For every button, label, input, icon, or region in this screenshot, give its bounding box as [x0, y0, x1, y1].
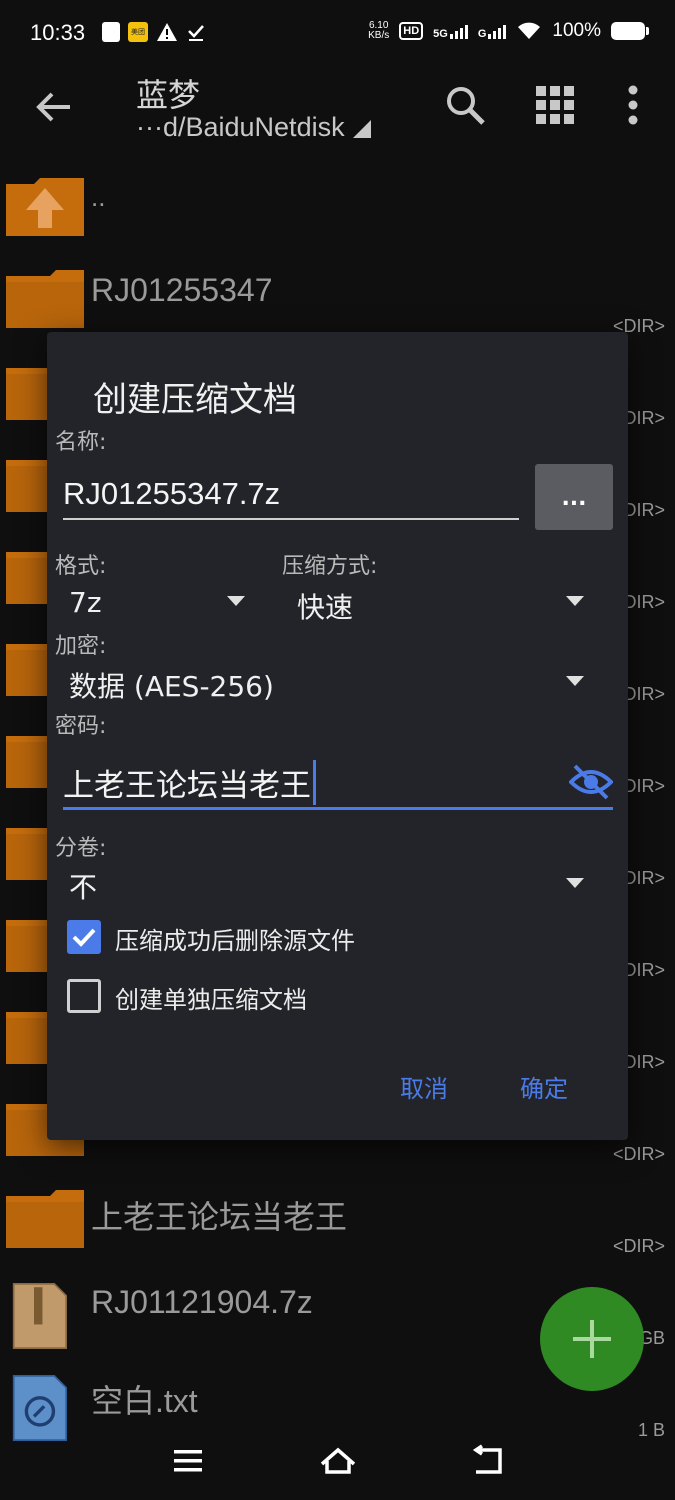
delete-source-checkbox[interactable] — [67, 920, 101, 954]
folder-icon — [6, 1190, 84, 1248]
file-list-item[interactable]: 上老王论坛当老王 <DIR> — [0, 1178, 675, 1270]
file-name: 上老王论坛当老王 — [91, 1199, 348, 1235]
file-list-item[interactable]: .. — [0, 166, 675, 258]
app-title: 蓝梦 — [136, 76, 201, 114]
more-vert-icon[interactable] — [610, 82, 656, 128]
delete-source-checkbox-row[interactable]: 压缩成功后删除源文件 — [67, 917, 587, 957]
current-path[interactable]: ···d/BaiduNetdisk — [136, 112, 371, 143]
format-select[interactable]: 7z — [47, 580, 257, 624]
check-icon — [188, 25, 204, 41]
checkmark-icon — [72, 928, 96, 947]
clipboard-icon — [102, 22, 120, 42]
dialog-title: 创建压缩文档 — [93, 380, 297, 420]
separate-archive-checkbox-row[interactable]: 创建单独压缩文档 — [67, 976, 587, 1016]
visibility-off-icon[interactable] — [569, 762, 613, 802]
create-archive-dialog: 创建压缩文档 名称: RJ01255347.7z ... 格式: 压缩方式: 7… — [47, 332, 628, 1140]
format-label: 格式: — [55, 554, 107, 579]
browse-button[interactable]: ... — [535, 464, 613, 530]
password-input[interactable]: 上老王论坛当老王 — [63, 752, 613, 810]
notification-icons: 美团 — [102, 22, 206, 42]
folder-icon — [6, 270, 84, 328]
system-status: 6.10 KB/s HD 5G G 100% — [368, 20, 649, 42]
system-nav-bar — [0, 1430, 675, 1500]
file-name: 空白.txt — [91, 1383, 198, 1419]
ok-button[interactable]: 确定 — [520, 1069, 568, 1104]
wifi-icon — [518, 22, 541, 39]
password-label: 密码: — [55, 714, 107, 739]
battery-percent: 100% — [552, 20, 601, 41]
status-bar: 10:33 美团 6.10 KB/s HD 5G G 100% — [0, 0, 675, 70]
status-time: 10:33 — [30, 20, 86, 45]
signal-5g-icon: 5G — [433, 23, 468, 40]
home-icon[interactable] — [318, 1444, 358, 1478]
battery-icon — [611, 22, 649, 40]
method-select[interactable]: 快速 — [282, 580, 602, 624]
archive-name-input[interactable]: RJ01255347.7z — [63, 462, 519, 520]
meituan-badge-icon: 美团 — [128, 22, 148, 42]
net-speed: 6.10 KB/s — [368, 20, 390, 41]
file-name: RJ01121904.7z — [91, 1284, 313, 1320]
split-dropdown-icon — [566, 878, 584, 888]
file-name: .. — [91, 182, 106, 212]
back-arrow-icon[interactable] — [30, 84, 76, 130]
encryption-dropdown-icon — [566, 676, 584, 686]
add-fab-button[interactable] — [540, 1287, 644, 1391]
warning-icon — [157, 23, 177, 41]
file-meta: <DIR> — [612, 1144, 665, 1164]
method-dropdown-icon — [566, 596, 584, 606]
separate-archive-checkbox[interactable] — [67, 979, 101, 1013]
parent-folder-icon — [6, 178, 84, 236]
encryption-select[interactable]: 数据 (AES-256) — [47, 662, 602, 706]
path-dropdown-icon — [352, 120, 371, 138]
grid-view-icon[interactable] — [532, 82, 578, 128]
cancel-button[interactable]: 取消 — [400, 1069, 448, 1104]
hd-icon: HD — [399, 22, 424, 40]
archive-file-icon — [12, 1283, 67, 1349]
app-bar: 蓝梦 ···d/BaiduNetdisk — [0, 70, 675, 160]
method-label: 压缩方式: — [282, 554, 378, 579]
signal-g-icon: G — [478, 23, 507, 40]
back-nav-icon[interactable] — [468, 1444, 508, 1478]
search-icon[interactable] — [442, 82, 488, 128]
name-label: 名称: — [55, 430, 107, 455]
split-select[interactable]: 不 — [47, 862, 602, 906]
format-dropdown-icon — [227, 596, 245, 606]
file-name: RJ01255347 — [91, 272, 273, 308]
file-meta: <DIR> — [612, 1236, 665, 1256]
menu-icon[interactable] — [168, 1444, 208, 1478]
encryption-label: 加密: — [55, 634, 107, 659]
split-label: 分卷: — [55, 836, 107, 861]
